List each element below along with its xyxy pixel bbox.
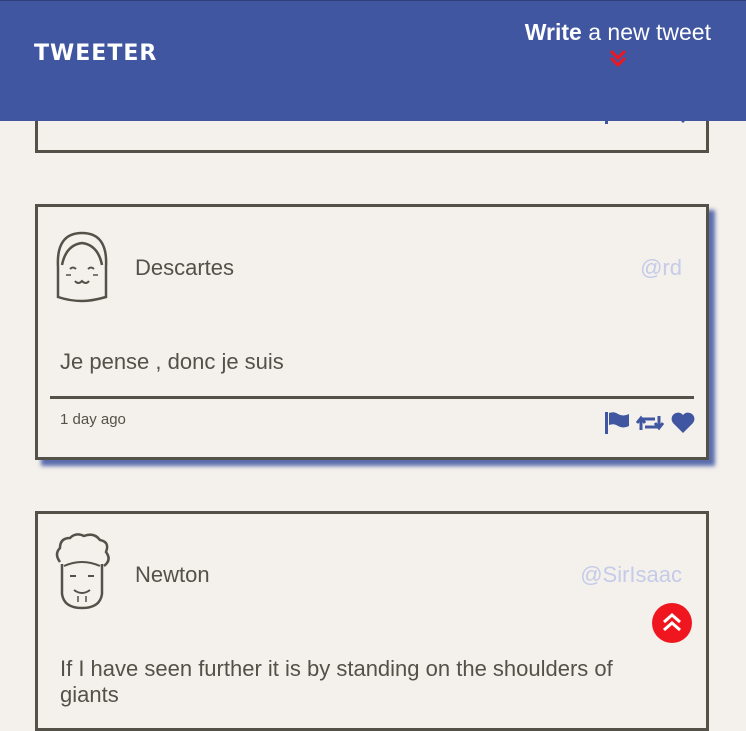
scroll-to-top-button[interactable]: [652, 603, 692, 643]
flag-icon[interactable]: [604, 411, 630, 435]
tweet-author-name: Descartes: [135, 255, 235, 280]
double-chevron-up-icon: [663, 613, 681, 632]
avatar: [56, 231, 108, 303]
tweet-date: 1 day ago: [60, 411, 126, 428]
tweet-divider: [50, 396, 694, 399]
tweet-author-handle: @rd: [640, 255, 682, 280]
write-new-tweet-button[interactable]: Write a new tweet: [525, 19, 711, 68]
tweet-author-handle: @SirIsaac: [580, 562, 682, 587]
double-chevron-down-icon: [609, 49, 626, 68]
tweet-author-name: Newton: [135, 562, 210, 587]
avatar: [55, 533, 110, 610]
tweet-card: Descartes @rd Je pense , donc je suis 1 …: [35, 204, 709, 460]
brand-logo[interactable]: TWEETER: [34, 41, 157, 66]
tweet-content: Je pense , donc je suis: [60, 349, 284, 374]
compose-label-rest: a new tweet: [581, 19, 711, 45]
tweet-content: If I have seen further it is by standing…: [60, 656, 613, 707]
tweet-actions: [604, 411, 696, 435]
retweet-icon[interactable]: [636, 411, 664, 435]
heart-icon[interactable]: [670, 411, 696, 435]
nav-bar: TWEETER Write a new tweet: [0, 0, 746, 121]
tweet-card: Newton @SirIsaac If I have seen further …: [35, 511, 709, 731]
compose-label-bold: Write: [524, 19, 582, 45]
